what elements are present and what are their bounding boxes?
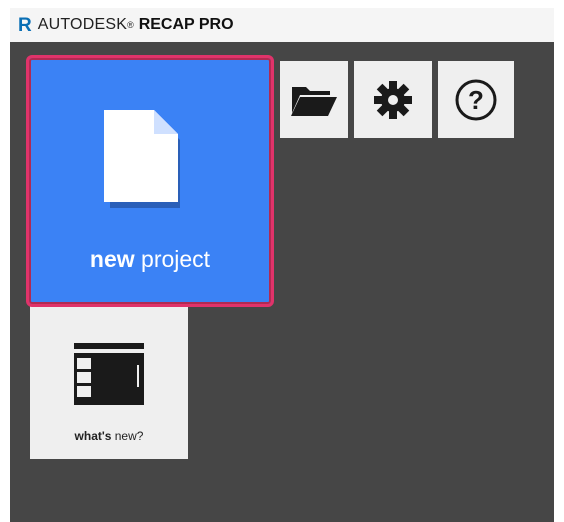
new-project-label: new project [29, 246, 271, 273]
whats-new-label: what's new? [30, 429, 188, 443]
title-bar: R AUTODESK ® RECAP PRO [10, 8, 554, 42]
settings-button[interactable] [354, 61, 432, 138]
whats-new-button[interactable]: what's new? [30, 306, 188, 459]
folder-open-icon [291, 86, 337, 116]
brand-name: AUTODESK [37, 16, 128, 33]
whats-new-label-rest: new? [111, 429, 144, 443]
gear-icon [374, 80, 412, 119]
new-project-button[interactable]: new project [26, 55, 274, 307]
help-glyph: ? [468, 85, 484, 115]
document-icon [104, 110, 180, 208]
whats-new-label-bold: what's [74, 429, 112, 443]
open-project-button[interactable] [280, 61, 348, 138]
help-icon: ? [455, 79, 497, 120]
new-project-label-rest: project [134, 246, 211, 272]
start-screen: ? what's new? new project [10, 42, 554, 522]
product-name: RECAP PRO [138, 16, 234, 33]
help-button[interactable]: ? [438, 61, 514, 138]
recap-logo-icon: R [18, 14, 32, 36]
new-project-label-bold: new [89, 246, 135, 272]
registered-mark: ® [127, 20, 134, 30]
release-notes-icon [74, 343, 144, 405]
